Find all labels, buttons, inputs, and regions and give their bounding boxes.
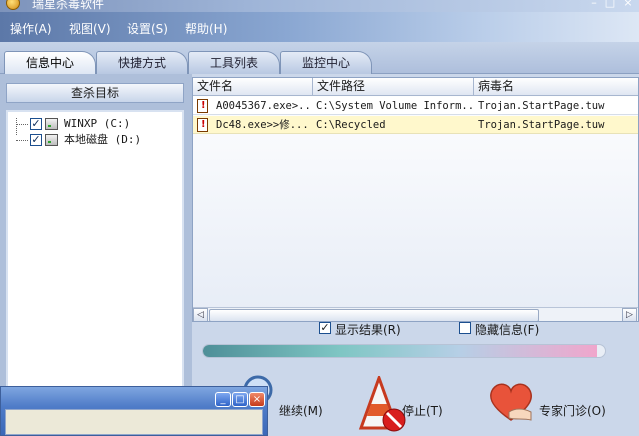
expert-clinic-label: 专家门诊(O) xyxy=(539,404,606,418)
traffic-cone-stop-icon xyxy=(358,376,406,432)
rising-logo-icon xyxy=(6,0,20,10)
virus-results-table: 文件名 文件路径 病毒名 A0045367.exe>... C:\System … xyxy=(192,77,639,322)
tab-tool-list[interactable]: 工具列表 xyxy=(188,51,280,74)
virus-name-cell: Trojan.StartPage.tuw xyxy=(478,100,605,112)
tab-bar: 信息中心 快捷方式 工具列表 监控中心 xyxy=(0,42,639,75)
show-results-checkbox[interactable]: ✓ xyxy=(319,322,331,334)
scroll-left-icon[interactable]: ◁ xyxy=(193,308,208,321)
tree-connector xyxy=(16,118,17,135)
title-bar: 瑞星杀毒软件 – □ × xyxy=(0,0,639,12)
menu-view[interactable]: 视图(V) xyxy=(69,20,111,37)
close-icon[interactable]: × xyxy=(621,0,635,10)
table-row[interactable]: A0045367.exe>... C:\System Volume Inform… xyxy=(193,97,638,115)
expert-clinic-button[interactable]: 专家门诊(O) xyxy=(487,364,617,436)
tab-monitor-center[interactable]: 监控中心 xyxy=(280,51,372,74)
scroll-right-icon[interactable]: ▷ xyxy=(622,308,637,321)
file-path-cell: C:\System Volume Inform... xyxy=(316,100,473,112)
secondary-window[interactable]: _ □ × xyxy=(0,386,268,436)
column-virus-name[interactable]: 病毒名 xyxy=(474,78,638,96)
column-file-name[interactable]: 文件名 xyxy=(193,78,313,96)
scan-target-header: 查杀目标 xyxy=(6,83,184,103)
hide-info-checkbox[interactable] xyxy=(459,322,471,334)
menu-bar: 操作(A) 视图(V) 设置(S) 帮助(H) xyxy=(0,12,639,42)
menu-help[interactable]: 帮助(H) xyxy=(185,20,227,37)
hard-drive-icon xyxy=(45,118,58,130)
checkbox-d-drive[interactable]: ✓ xyxy=(30,134,42,146)
stop-label: 停止(T) xyxy=(402,404,443,418)
checkbox-c-drive[interactable]: ✓ xyxy=(30,118,42,130)
drive-label: 本地磁盘 (D:) xyxy=(64,133,142,146)
heart-hand-icon xyxy=(490,383,532,421)
file-name-cell: A0045367.exe>... xyxy=(216,100,313,112)
infected-file-icon xyxy=(197,118,208,132)
table-header: 文件名 文件路径 病毒名 xyxy=(193,78,638,96)
infected-file-icon xyxy=(197,99,208,113)
tab-info-center[interactable]: 信息中心 xyxy=(4,51,96,75)
window-body xyxy=(5,409,263,435)
hide-info-label: 隐藏信息(F) xyxy=(475,323,540,337)
maximize-icon[interactable]: □ xyxy=(603,0,617,10)
hard-drive-icon xyxy=(45,134,58,146)
window-title: 瑞星杀毒软件 xyxy=(32,0,105,11)
progress-fill xyxy=(203,345,597,357)
maximize-icon[interactable]: □ xyxy=(232,392,248,407)
virus-name-cell: Trojan.StartPage.tuw xyxy=(478,119,605,131)
scan-progress-bar xyxy=(202,344,606,358)
file-name-cell: Dc48.exe>>修... xyxy=(216,119,309,131)
show-results-label: 显示结果(R) xyxy=(335,323,401,337)
menu-settings[interactable]: 设置(S) xyxy=(127,20,168,37)
minimize-icon[interactable]: _ xyxy=(215,392,231,407)
minimize-icon[interactable]: – xyxy=(587,0,601,10)
column-file-path[interactable]: 文件路径 xyxy=(313,78,474,96)
file-path-cell: C:\Recycled xyxy=(316,119,386,131)
drive-label: WINXP (C:) xyxy=(64,117,131,130)
continue-label: 继续(M) xyxy=(279,404,323,418)
scan-target-panel: 查杀目标 ✓ WINXP (C:) ✓ 本地磁盘 (D:) xyxy=(0,74,192,436)
menu-operate[interactable]: 操作(A) xyxy=(10,20,52,37)
stop-button[interactable]: 停止(T) xyxy=(357,364,457,436)
tab-shortcuts[interactable]: 快捷方式 xyxy=(96,51,188,74)
horizontal-scrollbar[interactable]: ◁ ▷ xyxy=(193,307,638,321)
close-icon[interactable]: × xyxy=(249,392,265,407)
table-row[interactable]: Dc48.exe>>修... C:\Recycled Trojan.StartP… xyxy=(193,116,638,134)
